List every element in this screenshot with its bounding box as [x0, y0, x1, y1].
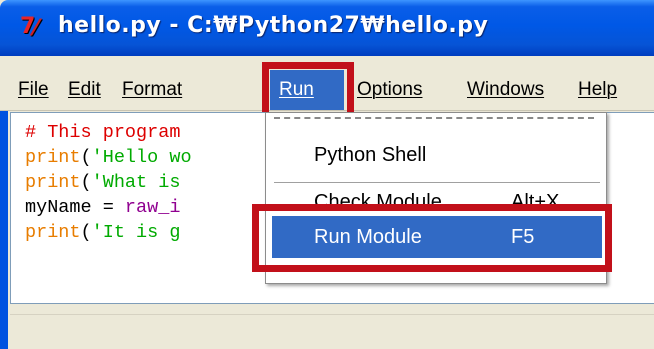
code-token: print — [25, 172, 81, 193]
code-line-2: print('Hello wo — [25, 147, 192, 169]
title-bar[interactable]: 7 ⁄ hello.py - C:₩Python27₩hello.py — [0, 0, 654, 56]
code-token: # This program — [25, 122, 192, 143]
run-module-annotation-box — [252, 204, 612, 272]
code-token: print — [25, 147, 81, 168]
code-token: ( — [80, 172, 92, 193]
code-token: ( — [80, 147, 92, 168]
status-bar — [10, 314, 654, 341]
menu-edit[interactable]: Edit — [68, 78, 101, 102]
tearoff-line[interactable] — [274, 117, 594, 119]
menu-format[interactable]: Format — [122, 78, 182, 102]
code-line-3: print('What is — [25, 172, 180, 194]
idle-editor-window: 7 ⁄ hello.py - C:₩Python27₩hello.py File… — [0, 0, 654, 349]
python-idle-icon: 7 ⁄ — [20, 14, 38, 41]
code-token: 'Hello wo — [91, 147, 192, 168]
code-token: ( — [80, 222, 92, 243]
menu-file[interactable]: File — [18, 78, 49, 102]
code-token: 'What is — [91, 172, 181, 193]
code-token: raw_i — [124, 197, 181, 218]
code-line-4: myName = raw_i — [25, 197, 180, 219]
menu-options[interactable]: Options — [357, 78, 422, 102]
code-token: myName = — [25, 197, 125, 218]
menu-item-python-shell[interactable]: Python Shell — [266, 138, 606, 172]
code-token: 'It is g — [91, 222, 181, 243]
window-title: hello.py - C:₩Python27₩hello.py — [58, 13, 489, 38]
code-token: print — [25, 222, 81, 243]
menu-separator — [274, 182, 600, 184]
menu-help[interactable]: Help — [578, 78, 617, 102]
menu-windows[interactable]: Windows — [467, 78, 544, 102]
